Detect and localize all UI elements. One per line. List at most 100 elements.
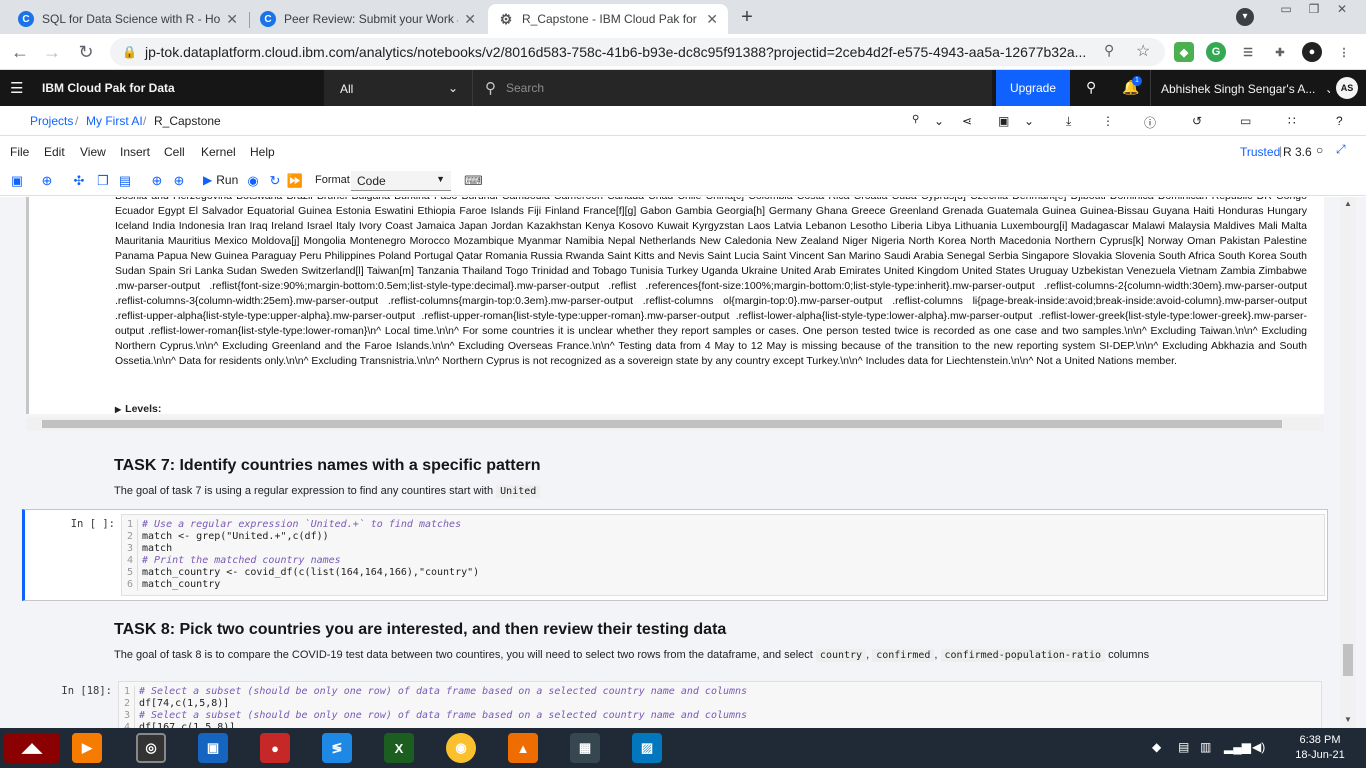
code-editor[interactable]: 1 # Use a regular expression `United.+` t… (121, 514, 1325, 596)
browser-tab-3-active[interactable]: ⚙ R_Capstone - IBM Cloud Pak for ✕ (488, 4, 728, 34)
code-cell-task7[interactable]: In [ ]: 1 # Use a regular expression `Uni… (22, 509, 1328, 601)
upgrade-button[interactable]: Upgrade (996, 70, 1070, 106)
bookmark-star-icon[interactable]: ☆ (1136, 41, 1150, 61)
profile-download-icon[interactable]: ▾ (1236, 8, 1254, 26)
code-snippets-icon[interactable]: ∷ (1288, 114, 1296, 128)
copy-icon[interactable]: ❐ (94, 172, 112, 190)
record-app-icon[interactable]: ● (260, 733, 290, 763)
signal-icon[interactable]: ▂▄▆ (1224, 740, 1251, 754)
chrome-icon[interactable]: ◉ (446, 733, 476, 763)
chevron-down-icon[interactable]: ⌄ (934, 114, 944, 128)
notebook-scrollbar-thumb[interactable] (1343, 644, 1353, 676)
help-icon[interactable]: ? (1336, 114, 1343, 128)
media-player-icon[interactable]: ▶ (72, 733, 102, 763)
code-cell-task8[interactable]: In [18]: 1 # Select a subset (should be o… (22, 677, 1328, 728)
chevron-down-icon[interactable]: ⌄ (1024, 114, 1034, 128)
scroll-down-icon[interactable]: ▼ (1344, 715, 1352, 724)
horizontal-scrollbar-thumb[interactable] (42, 420, 1282, 428)
close-icon[interactable]: ✕ (226, 11, 238, 28)
breadcrumb-project[interactable]: My First AI (86, 114, 143, 128)
camera-icon[interactable]: ◎ (136, 733, 166, 763)
keyboard-icon[interactable]: ⌨ (464, 172, 483, 190)
move-down-icon[interactable]: ⊕ (170, 172, 188, 190)
move-cell-icon[interactable]: ✣ (70, 172, 88, 190)
menu-edit[interactable]: Edit (44, 145, 65, 159)
close-icon[interactable]: ✕ (706, 11, 718, 28)
global-search-input[interactable]: ⚲ Search (472, 70, 992, 106)
code-editor[interactable]: 1 # Select a subset (should be only one r… (118, 681, 1322, 728)
volume-icon[interactable]: ◀) (1252, 740, 1265, 754)
insert-cell-icon[interactable]: ⊕ (38, 172, 56, 190)
move-up-icon[interactable]: ⊕ (148, 172, 166, 190)
photos-icon[interactable]: ▨ (632, 733, 662, 763)
extension-icon[interactable]: ◆ (1174, 42, 1194, 62)
more-options-icon[interactable]: ⋮ (1102, 114, 1114, 128)
vscode-icon[interactable]: ≶ (322, 733, 352, 763)
menu-cell[interactable]: Cell (164, 145, 185, 159)
download-icon[interactable]: ⤓ (1066, 114, 1071, 129)
save-icon[interactable]: ▣ (8, 172, 26, 190)
share-icon[interactable]: ⋖ (962, 114, 972, 128)
stop-icon[interactable]: ◉ (244, 172, 262, 190)
url-field[interactable]: 🔒 jp-tok.dataplatform.cloud.ibm.com/anal… (110, 38, 1165, 66)
comments-icon[interactable]: ▭ (1240, 114, 1251, 128)
maximize-button[interactable]: ❐ (1300, 0, 1328, 20)
reading-list-icon[interactable]: ☰ (1238, 42, 1258, 62)
close-icon[interactable]: ✕ (464, 11, 476, 28)
browser-tab-1[interactable]: C SQL for Data Science with R - Ho ✕ (8, 4, 248, 34)
close-window-button[interactable]: ✕ (1328, 0, 1356, 20)
scroll-up-icon[interactable]: ▲ (1344, 199, 1352, 208)
levels-toggle[interactable]: ▶ Levels: (115, 403, 161, 414)
cell-type-select[interactable]: Code ▼ (351, 171, 451, 191)
minimize-button[interactable]: ▭ (1272, 0, 1300, 20)
expand-icon[interactable]: ⤢ (1336, 142, 1346, 157)
search-scope-dropdown[interactable]: All ⌄ (324, 70, 472, 106)
output-horizontal-scrollbar[interactable] (26, 417, 1324, 431)
breadcrumb-projects[interactable]: Projects (30, 114, 73, 128)
extensions-puzzle-icon[interactable]: ✚ (1270, 42, 1290, 62)
window-app-icon[interactable]: ▦ (570, 733, 600, 763)
profile-avatar[interactable]: ● (1302, 42, 1322, 62)
info-icon[interactable]: ⓘ (1144, 114, 1156, 131)
menu-view[interactable]: View (80, 145, 106, 159)
system-clock[interactable]: 6:38 PM 18-Jun-21 (1282, 733, 1358, 763)
user-avatar[interactable]: AS (1336, 77, 1358, 99)
schedule-icon[interactable]: ▣ (998, 114, 1009, 128)
pin-icon[interactable]: ⚲ (1086, 79, 1096, 96)
language-icon[interactable]: ▥ (1200, 740, 1211, 754)
menu-help[interactable]: Help (250, 145, 275, 159)
account-switcher[interactable]: Abhishek Singh Sengar's A... ⌄ (1150, 70, 1330, 106)
filter-icon[interactable]: ⚲ (912, 114, 919, 125)
menu-kernel[interactable]: Kernel (201, 145, 236, 159)
fast-forward-icon[interactable]: ⏩ (286, 172, 304, 190)
code-line: 1 # Select a subset (should be only one r… (119, 686, 1321, 698)
chrome-menu-icon[interactable]: ⋮ (1334, 42, 1354, 62)
paste-icon[interactable]: ▤ (116, 172, 134, 190)
menu-file[interactable]: File (10, 145, 29, 159)
trusted-indicator[interactable]: Trusted (1240, 145, 1280, 159)
reload-icon[interactable]: ↻ (74, 40, 98, 64)
excel-icon[interactable]: X (384, 733, 414, 763)
restart-icon[interactable]: ↻ (266, 172, 284, 190)
grammarly-icon[interactable]: G (1206, 42, 1226, 62)
browser-tab-2[interactable]: C Peer Review: Submit your Work a ✕ (250, 4, 486, 34)
menu-insert[interactable]: Insert (120, 145, 150, 159)
zoom-search-icon[interactable]: ⚲ (1104, 42, 1114, 59)
line-number: 3 (119, 710, 135, 722)
start-button-rog-icon[interactable]: ◢◣ (4, 733, 60, 763)
history-icon[interactable]: ↺ (1192, 114, 1202, 128)
hamburger-menu-icon[interactable]: ☰ (10, 79, 23, 97)
new-tab-button[interactable]: + (733, 6, 761, 30)
back-icon[interactable]: ← (8, 40, 32, 64)
computer-icon[interactable]: ▣ (198, 733, 228, 763)
vlc-icon[interactable]: ▲ (508, 733, 538, 763)
tab-label: R_Capstone - IBM Cloud Pak for (522, 12, 697, 26)
network-icon[interactable]: ◆ (1152, 740, 1161, 754)
line-number: 1 (119, 686, 135, 698)
device-icon[interactable]: ▤ (1178, 740, 1189, 754)
scope-value: All (340, 82, 354, 96)
cell-output: Bosnia and Herzegovina Botswana Brazil B… (26, 197, 1324, 414)
forward-icon[interactable]: → (40, 40, 64, 64)
run-button[interactable]: ▶ Run (203, 173, 238, 187)
line-number: 2 (122, 531, 138, 543)
